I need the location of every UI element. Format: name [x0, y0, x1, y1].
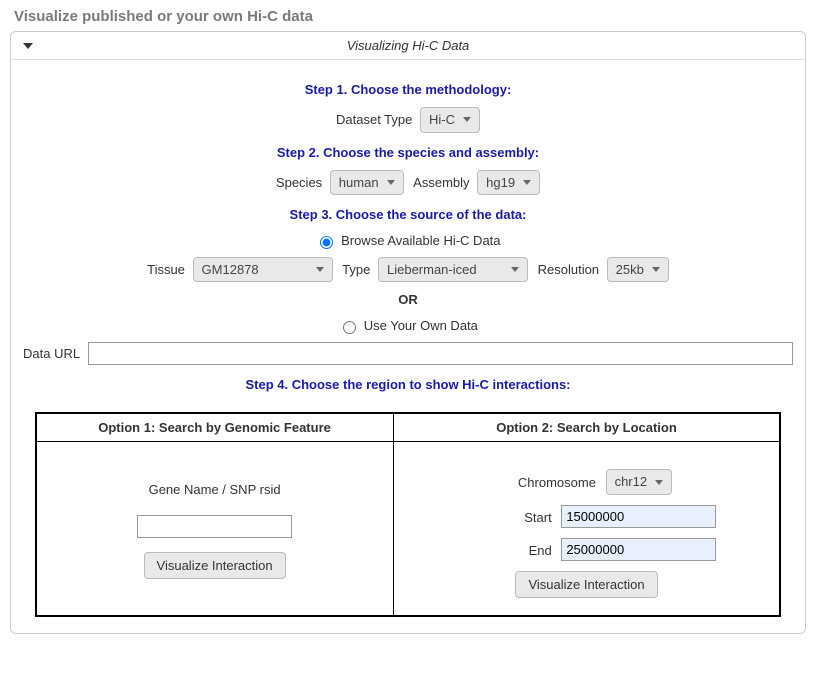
end-label: End: [457, 543, 552, 558]
browse-available-radio[interactable]: [320, 236, 333, 249]
tissue-value: GM12878: [202, 262, 259, 278]
chevron-down-icon: [523, 180, 531, 185]
use-own-data-label: Use Your Own Data: [364, 318, 478, 333]
option1-cell: Gene Name / SNP rsid Visualize Interacti…: [36, 441, 394, 616]
step2-heading: Step 2. Choose the species and assembly:: [23, 145, 793, 160]
step1-heading: Step 1. Choose the methodology:: [23, 82, 793, 97]
chromosome-label: Chromosome: [501, 475, 596, 490]
use-own-data-radio[interactable]: [343, 321, 356, 334]
type-value: Lieberman-iced: [387, 262, 477, 278]
step1-row: Dataset Type Hi-C: [23, 107, 793, 133]
tissue-select[interactable]: GM12878: [193, 257, 333, 283]
option2-cell: Chromosome chr12 Start: [393, 441, 780, 616]
resolution-select[interactable]: 25kb: [607, 257, 669, 283]
chromosome-value: chr12: [615, 474, 648, 490]
type-label: Type: [342, 262, 370, 277]
main-panel: Visualizing Hi-C Data Step 1. Choose the…: [10, 31, 806, 634]
tissue-label: Tissue: [147, 262, 185, 277]
step4-heading: Step 4. Choose the region to show Hi-C i…: [23, 377, 793, 392]
option2-header: Option 2: Search by Location: [393, 413, 780, 442]
gene-snp-input[interactable]: [137, 515, 292, 538]
assembly-label: Assembly: [413, 175, 469, 190]
end-row: End: [400, 538, 774, 561]
visualize-button-option1[interactable]: Visualize Interaction: [144, 552, 286, 579]
data-url-label: Data URL: [23, 346, 80, 361]
start-label: Start: [457, 510, 552, 525]
data-url-row: Data URL: [23, 342, 793, 365]
assembly-select[interactable]: hg19: [477, 170, 540, 196]
gene-snp-label: Gene Name / SNP rsid: [43, 482, 387, 497]
page-root: Visualize published or your own Hi-C dat…: [0, 0, 816, 642]
species-value: human: [339, 175, 379, 191]
start-row: Start: [400, 505, 774, 528]
chevron-down-icon: [387, 180, 395, 185]
step3-selects-row: Tissue GM12878 Type Lieberman-iced Resol…: [23, 257, 793, 283]
assembly-value: hg19: [486, 175, 515, 191]
chevron-down-icon: [276, 267, 324, 272]
dataset-type-label: Dataset Type: [336, 112, 412, 127]
chevron-down-icon: [655, 480, 663, 485]
browse-radio-row: Browse Available Hi-C Data: [23, 232, 793, 249]
chevron-down-icon: [652, 267, 660, 272]
panel-header[interactable]: Visualizing Hi-C Data: [11, 32, 805, 60]
options-table: Option 1: Search by Genomic Feature Opti…: [35, 412, 782, 618]
page-title: Visualize published or your own Hi-C dat…: [14, 8, 806, 25]
start-input[interactable]: [561, 505, 716, 528]
end-input[interactable]: [561, 538, 716, 561]
option1-header: Option 1: Search by Genomic Feature: [36, 413, 394, 442]
resolution-label: Resolution: [538, 262, 599, 277]
step3-heading: Step 3. Choose the source of the data:: [23, 207, 793, 222]
chromosome-row: Chromosome chr12: [400, 469, 774, 495]
panel-body: Step 1. Choose the methodology: Dataset …: [11, 60, 805, 633]
collapse-caret-icon: [23, 43, 33, 49]
browse-available-label: Browse Available Hi-C Data: [341, 233, 500, 248]
own-radio-row: Use Your Own Data: [23, 317, 793, 334]
chromosome-select[interactable]: chr12: [606, 469, 673, 495]
data-url-input[interactable]: [88, 342, 793, 365]
step2-row: Species human Assembly hg19: [23, 170, 793, 196]
species-label: Species: [276, 175, 322, 190]
visualize-button-option2[interactable]: Visualize Interaction: [515, 571, 657, 598]
chevron-down-icon: [463, 117, 471, 122]
dataset-type-select[interactable]: Hi-C: [420, 107, 480, 133]
dataset-type-value: Hi-C: [429, 112, 455, 128]
chevron-down-icon: [481, 267, 519, 272]
type-select[interactable]: Lieberman-iced: [378, 257, 528, 283]
resolution-value: 25kb: [616, 262, 644, 278]
panel-title: Visualizing Hi-C Data: [347, 38, 470, 53]
or-divider: OR: [23, 292, 793, 307]
species-select[interactable]: human: [330, 170, 404, 196]
